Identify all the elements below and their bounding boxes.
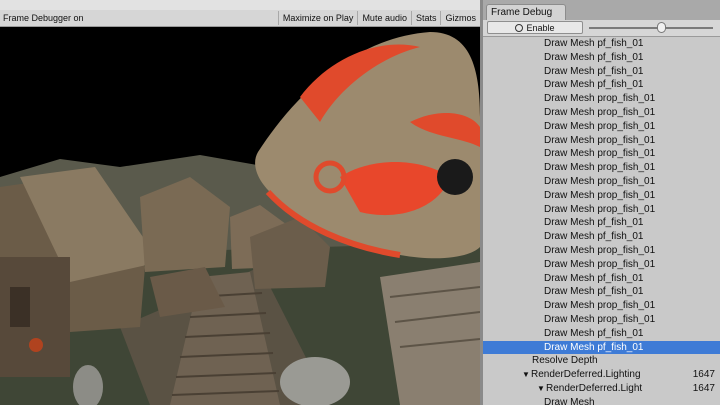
- event-list-item[interactable]: Draw Mesh prop_fish_01: [483, 258, 720, 272]
- event-list-item[interactable]: Resolve Depth: [483, 354, 720, 368]
- event-label: Draw Mesh pf_fish_01: [544, 327, 644, 339]
- event-list-item[interactable]: Draw Mesh prop_fish_01: [483, 244, 720, 258]
- event-list-item[interactable]: Draw Mesh pf_fish_01: [483, 285, 720, 299]
- event-list-item[interactable]: Draw Mesh pf_fish_01: [483, 65, 720, 79]
- event-label: Draw Mesh prop_fish_01: [544, 245, 656, 256]
- event-label: RenderDeferred.Light: [546, 383, 643, 394]
- event-count: 1647: [692, 369, 715, 381]
- event-label: Draw Mesh prop_fish_01: [544, 148, 656, 160]
- event-label: RenderDeferred.Lighting: [531, 369, 641, 381]
- event-list-item[interactable]: Draw Mesh pf_fish_01: [483, 51, 720, 65]
- maximize-on-play-button[interactable]: Maximize on Play: [277, 11, 358, 25]
- event-list-item[interactable]: Draw Mesh prop_fish_01: [483, 299, 720, 313]
- event-label: Draw Mesh prop_fish_01: [544, 300, 656, 312]
- event-list-item[interactable]: Draw Mesh prop_fish_01: [483, 189, 720, 203]
- event-label: Draw Mesh pf_fish_01: [544, 341, 644, 353]
- event-list-item[interactable]: ▼ RenderDeferred.Lighting 1647: [483, 368, 720, 382]
- event-label: Draw Mesh prop_fish_01: [544, 93, 656, 105]
- expand-triangle-icon[interactable]: ▼: [522, 368, 530, 382]
- event-label: Draw Mesh prop_fish_01: [544, 314, 656, 325]
- event-list-item[interactable]: Draw Mesh prop_fish_01: [483, 92, 720, 106]
- event-list: Draw Mesh pf_fish_01 Draw Mesh pf_fish_01…: [483, 37, 720, 405]
- event-list-item[interactable]: Draw Mesh prop_fish_01: [483, 106, 720, 120]
- rendered-scene: [0, 27, 480, 405]
- event-list-item[interactable]: Draw Mesh pf_fish_01: [483, 230, 720, 244]
- game-view-toolbar: Frame Debugger on Maximize on Play Mute …: [0, 10, 480, 27]
- event-label: Draw Mesh pf_fish_01: [544, 217, 644, 229]
- event-list-item[interactable]: Draw Mesh pf_fish_01: [483, 216, 720, 230]
- event-label: Draw Mesh pf_fish_01: [544, 65, 644, 77]
- event-label: Draw Mesh pf_fish_01: [544, 231, 644, 243]
- event-list-item[interactable]: Draw Mesh pf_fish_01: [483, 340, 720, 355]
- event-list-item[interactable]: Draw Mesh prop_fish_01: [483, 203, 720, 217]
- event-label: Draw Mesh prop_fish_01: [544, 189, 656, 201]
- event-list-item[interactable]: Draw Mesh prop_fish_01: [483, 147, 720, 161]
- stats-button[interactable]: Stats: [410, 11, 441, 25]
- frame-debug-tab[interactable]: Frame Debug: [486, 4, 566, 20]
- gizmos-button[interactable]: Gizmos: [440, 11, 480, 25]
- event-list-item[interactable]: ▼ RenderDeferred.Light 1647: [483, 382, 720, 396]
- event-list-item[interactable]: Draw Mesh: [483, 396, 720, 405]
- expand-triangle-icon[interactable]: ▼: [537, 382, 545, 396]
- event-label: Draw Mesh prop_fish_01: [544, 120, 656, 132]
- event-list-item[interactable]: Draw Mesh pf_fish_01: [483, 327, 720, 341]
- enable-button[interactable]: Enable: [487, 21, 583, 34]
- event-label: Draw Mesh prop_fish_01: [544, 107, 656, 118]
- event-list-item[interactable]: Draw Mesh pf_fish_01: [483, 78, 720, 92]
- event-slider-track[interactable]: [589, 27, 713, 29]
- frame-debug-panel: Frame Debug Enable Draw Mesh pf_fish_01 D…: [483, 0, 720, 405]
- event-label: Resolve Depth: [532, 355, 598, 367]
- record-icon: [515, 24, 524, 32]
- game-view[interactable]: Frame Debugger on Maximize on Play Mute …: [0, 0, 480, 405]
- game-view-title: Frame Debugger on: [3, 13, 84, 23]
- enable-label: Enable: [526, 23, 555, 33]
- event-list-item[interactable]: Draw Mesh prop_fish_01: [483, 161, 720, 175]
- event-label: Draw Mesh prop_fish_01: [544, 203, 656, 215]
- event-label: Draw Mesh prop_fish_01: [544, 258, 656, 270]
- event-list-item[interactable]: Draw Mesh prop_fish_01: [483, 175, 720, 189]
- event-list-item[interactable]: Draw Mesh prop_fish_01: [483, 120, 720, 134]
- mute-audio-button[interactable]: Mute audio: [357, 11, 411, 25]
- game-view-tab-strip: [0, 0, 480, 10]
- event-label: Draw Mesh prop_fish_01: [544, 176, 656, 187]
- frame-debug-toolbar: Enable: [483, 20, 720, 37]
- event-label: Draw Mesh prop_fish_01: [544, 162, 656, 174]
- event-list-item[interactable]: Draw Mesh pf_fish_01: [483, 272, 720, 286]
- event-list-item[interactable]: Draw Mesh prop_fish_01: [483, 313, 720, 327]
- event-label: Draw Mesh prop_fish_01: [544, 134, 656, 146]
- event-label: Draw Mesh pf_fish_01: [544, 79, 644, 91]
- event-label: Draw Mesh pf_fish_01: [544, 51, 644, 63]
- event-list-item[interactable]: Draw Mesh prop_fish_01: [483, 134, 720, 148]
- event-count: 1647: [692, 383, 715, 394]
- event-label: Draw Mesh pf_fish_01: [544, 272, 644, 284]
- event-label: Draw Mesh pf_fish_01: [544, 286, 644, 298]
- frame-debug-tab-bar: Frame Debug: [483, 0, 720, 20]
- event-list-item[interactable]: Draw Mesh pf_fish_01: [483, 37, 720, 51]
- event-label: Draw Mesh: [544, 396, 595, 405]
- event-slider-thumb[interactable]: [656, 22, 666, 33]
- event-label: Draw Mesh pf_fish_01: [544, 38, 644, 49]
